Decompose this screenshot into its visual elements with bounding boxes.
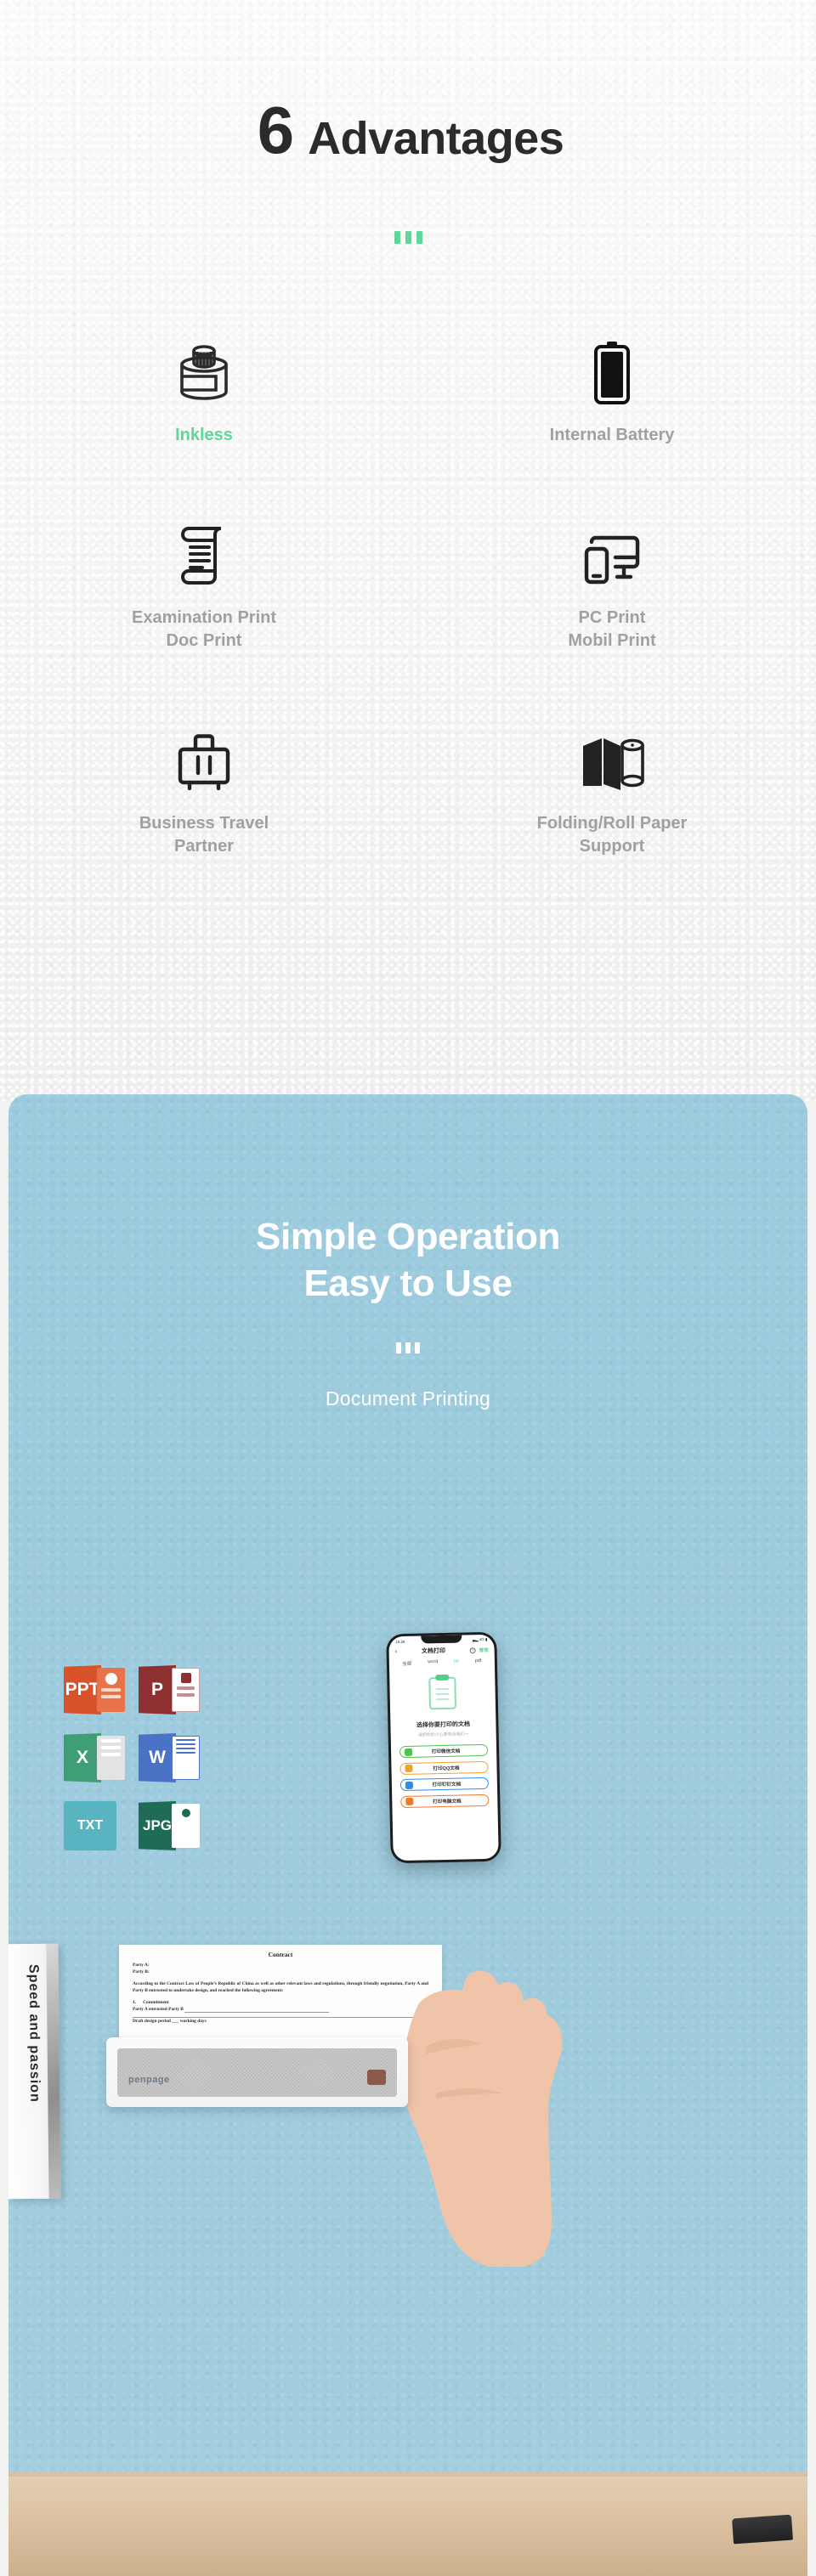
tab-pdf[interactable]: pdf bbox=[475, 1658, 482, 1665]
advantage-label: Examination Print Doc Print bbox=[131, 608, 277, 650]
manage-button[interactable]: 管理 bbox=[479, 1647, 489, 1653]
file-thumb bbox=[97, 1736, 125, 1780]
desk-gadget bbox=[732, 2514, 793, 2545]
file-thumb bbox=[172, 1668, 200, 1712]
clause-number: 1. bbox=[133, 1999, 137, 2005]
clause-title: Commitment bbox=[143, 1999, 169, 2005]
folded-roll-paper-icon bbox=[580, 715, 644, 794]
book: Speed and passion bbox=[8, 1943, 61, 2200]
green-dots-divider bbox=[0, 231, 816, 244]
advantages-section: 6 Advantages Inkless Internal Battery Ex… bbox=[0, 0, 816, 1101]
print-dingtalk-button[interactable]: 打印钉钉文档 bbox=[400, 1777, 490, 1792]
book-cover bbox=[46, 1943, 61, 2199]
page-root: 6 Advantages Inkless Internal Battery Ex… bbox=[0, 0, 816, 2576]
dot-3 bbox=[415, 1342, 420, 1353]
phone-notch bbox=[421, 1635, 462, 1644]
advantage-item-inkless: Inkless bbox=[0, 327, 408, 447]
advantage-item-doc-print: Examination Print Doc Print bbox=[0, 510, 408, 652]
printer-brand-logo: penpage bbox=[128, 2075, 170, 2085]
dot-2 bbox=[405, 1342, 411, 1353]
advantages-title: Advantages bbox=[308, 112, 564, 164]
printer-fabric-panel bbox=[117, 2048, 397, 2097]
showcase-subtitle: Document Printing bbox=[325, 1387, 491, 1409]
clause-text: Party A entrusted Party B bbox=[133, 2006, 184, 2012]
dot-1 bbox=[394, 231, 400, 244]
navbar-actions: ? 管理 bbox=[469, 1647, 489, 1653]
headline-line-2: Easy to Use bbox=[303, 1263, 513, 1304]
empty-state-illustration bbox=[389, 1669, 496, 1719]
tab-all[interactable]: 全部 bbox=[402, 1660, 411, 1667]
advantage-label: Inkless bbox=[175, 426, 233, 444]
txt-file-icon: TXT bbox=[64, 1801, 125, 1850]
advantage-count: 6 bbox=[245, 97, 309, 163]
fill-in-rule bbox=[184, 2012, 330, 2014]
file-thumb bbox=[172, 1736, 200, 1780]
showcase-headline: Simple Operation Easy to Use bbox=[8, 1213, 808, 1307]
empty-state-title: 选择你要打印的文档 bbox=[416, 1721, 471, 1729]
advantage-item-travel: Business Travel Partner bbox=[0, 715, 408, 858]
advantage-item-battery: Internal Battery bbox=[408, 327, 816, 447]
tab-txt[interactable]: txt bbox=[454, 1659, 459, 1666]
advantage-item-pc-print: PC Print Mobil Print bbox=[408, 510, 816, 652]
print-qq-button[interactable]: 打印QQ文档 bbox=[400, 1760, 489, 1775]
dot-1 bbox=[396, 1342, 401, 1353]
suitcase-icon bbox=[176, 715, 232, 794]
word-file-icon: W bbox=[139, 1733, 200, 1782]
advantage-label: Internal Battery bbox=[549, 426, 675, 444]
advantages-grid: Inkless Internal Battery Examination Pri… bbox=[0, 327, 816, 858]
white-dots-divider bbox=[8, 1342, 808, 1353]
file-label: W bbox=[139, 1733, 176, 1782]
wechat-icon bbox=[404, 1748, 413, 1756]
empty-state-subtitle: 请把你的小心愿告诉我们～ bbox=[417, 1731, 469, 1738]
hand-illustration bbox=[402, 1970, 563, 2267]
book-spine-text: Speed and passion bbox=[26, 1963, 42, 2103]
monitor-phone-icon bbox=[581, 510, 643, 588]
file-thumb bbox=[172, 1804, 200, 1848]
battery-icon bbox=[592, 327, 632, 405]
file-thumb bbox=[97, 1668, 125, 1712]
button-label: 打印钉钉文档 bbox=[432, 1782, 462, 1788]
dot-2 bbox=[405, 231, 411, 244]
dingtalk-icon bbox=[405, 1781, 414, 1789]
clipboard-icon bbox=[428, 1676, 457, 1710]
showcase-section: Simple Operation Easy to Use Document Pr… bbox=[8, 1094, 808, 2576]
jpg-file-icon: JPG bbox=[139, 1801, 200, 1850]
button-label: 打印微信文档 bbox=[431, 1748, 461, 1755]
file-label: X bbox=[64, 1733, 101, 1782]
section-title: 6 Advantages bbox=[0, 97, 816, 164]
ink-bottle-icon bbox=[179, 327, 229, 405]
file-label: P bbox=[139, 1665, 176, 1715]
headline-line-1: Simple Operation bbox=[256, 1216, 560, 1257]
tab-word[interactable]: word bbox=[428, 1659, 438, 1666]
ppt-file-icon: PPT bbox=[64, 1665, 125, 1715]
pdf-file-icon: P bbox=[139, 1665, 200, 1715]
printer-side-badge bbox=[367, 2070, 386, 2085]
print-wechat-button[interactable]: 打印微信文档 bbox=[399, 1743, 489, 1759]
button-label: 打印QQ文档 bbox=[433, 1765, 460, 1771]
printer-device: penpage bbox=[106, 2037, 408, 2107]
file-label: TXT bbox=[64, 1801, 116, 1850]
advantage-label: Business Travel Partner bbox=[139, 814, 269, 856]
document-scroll-icon bbox=[177, 510, 231, 588]
desk-surface bbox=[8, 2472, 808, 2576]
advantage-label: Folding/Roll Paper Support bbox=[536, 814, 688, 856]
back-icon[interactable]: ‹ bbox=[395, 1647, 398, 1655]
advantage-item-paper: Folding/Roll Paper Support bbox=[408, 715, 816, 858]
advantage-label: PC Print Mobil Print bbox=[568, 608, 656, 650]
help-icon[interactable]: ? bbox=[469, 1647, 476, 1653]
file-format-badges: PPT P X W TXT JPG bbox=[64, 1665, 234, 1850]
excel-file-icon: X bbox=[64, 1733, 125, 1782]
phone-page-title: 文档打印 bbox=[421, 1647, 446, 1655]
advantage-count-text: 6 bbox=[257, 93, 294, 167]
status-indicators: ▃▂ 4G ▮ bbox=[472, 1636, 488, 1642]
file-label: JPG bbox=[139, 1801, 176, 1850]
file-label: PPT bbox=[64, 1665, 101, 1715]
qq-icon bbox=[405, 1764, 413, 1772]
dot-3 bbox=[416, 231, 422, 244]
status-time: 15:26 bbox=[395, 1639, 405, 1644]
